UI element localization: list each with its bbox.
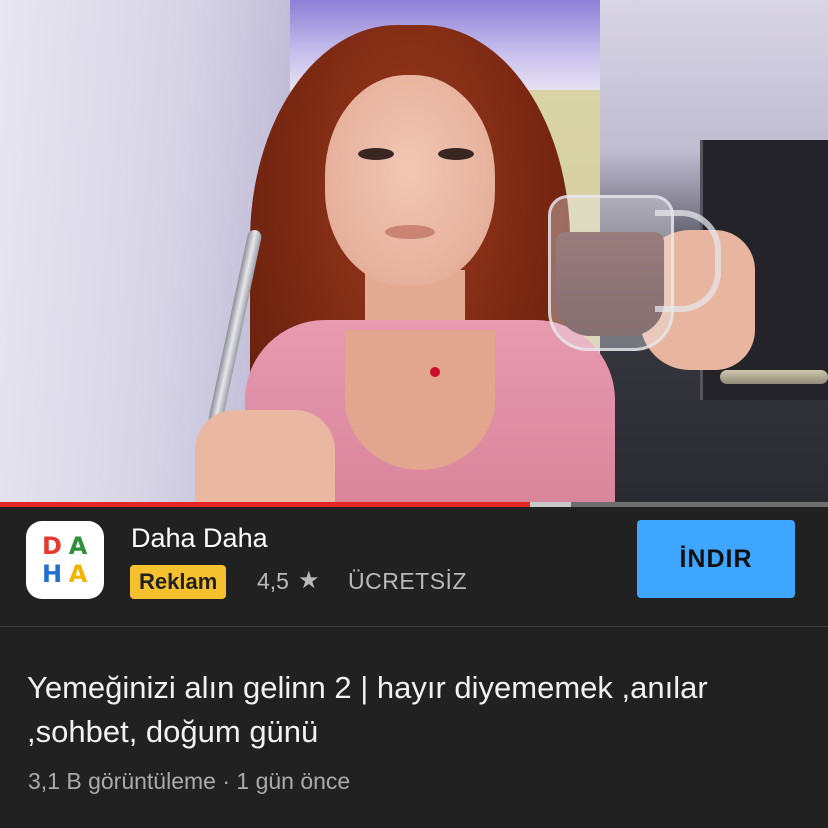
divider bbox=[0, 626, 828, 627]
logo-letter-h: H bbox=[41, 560, 63, 588]
video-meta: 3,1 B görüntüleme · 1 gün önce bbox=[28, 768, 350, 795]
video-frame-hand-left bbox=[195, 410, 335, 502]
video-frame-eye-left bbox=[358, 148, 394, 160]
ad-rating: 4,5 bbox=[257, 568, 289, 594]
video-player[interactable] bbox=[0, 0, 828, 502]
video-frame-cup-handle bbox=[655, 210, 721, 312]
ad-banner[interactable]: D A H A Daha Daha Reklam 4,5 ★ ÜCRETSİZ … bbox=[0, 507, 828, 627]
ad-app-name[interactable]: Daha Daha bbox=[131, 523, 268, 554]
video-title[interactable]: Yemeğinizi alın gelinn 2 | hayır diyemem… bbox=[27, 666, 787, 754]
logo-letter-d: D bbox=[42, 532, 62, 560]
ad-price-label: ÜCRETSİZ bbox=[348, 568, 467, 594]
video-frame-necklace bbox=[430, 367, 440, 377]
video-frame-oven-handle bbox=[720, 370, 828, 384]
app-logo-icon[interactable]: D A H A bbox=[26, 521, 104, 599]
view-count: 3,1 B görüntüleme bbox=[28, 768, 216, 794]
video-frame-neckline bbox=[345, 330, 495, 470]
logo-letter-a: A bbox=[68, 532, 88, 560]
video-frame-lips bbox=[385, 225, 435, 239]
ad-badge: Reklam bbox=[130, 565, 227, 599]
star-icon: ★ bbox=[298, 567, 320, 594]
upload-age: 1 gün önce bbox=[236, 768, 351, 794]
video-frame-eye-right bbox=[438, 148, 474, 160]
meta-separator: · bbox=[222, 768, 231, 794]
logo-letter-a-2: A bbox=[68, 560, 88, 588]
video-frame-person-face bbox=[325, 75, 495, 285]
install-button[interactable]: İNDIR bbox=[637, 520, 795, 598]
